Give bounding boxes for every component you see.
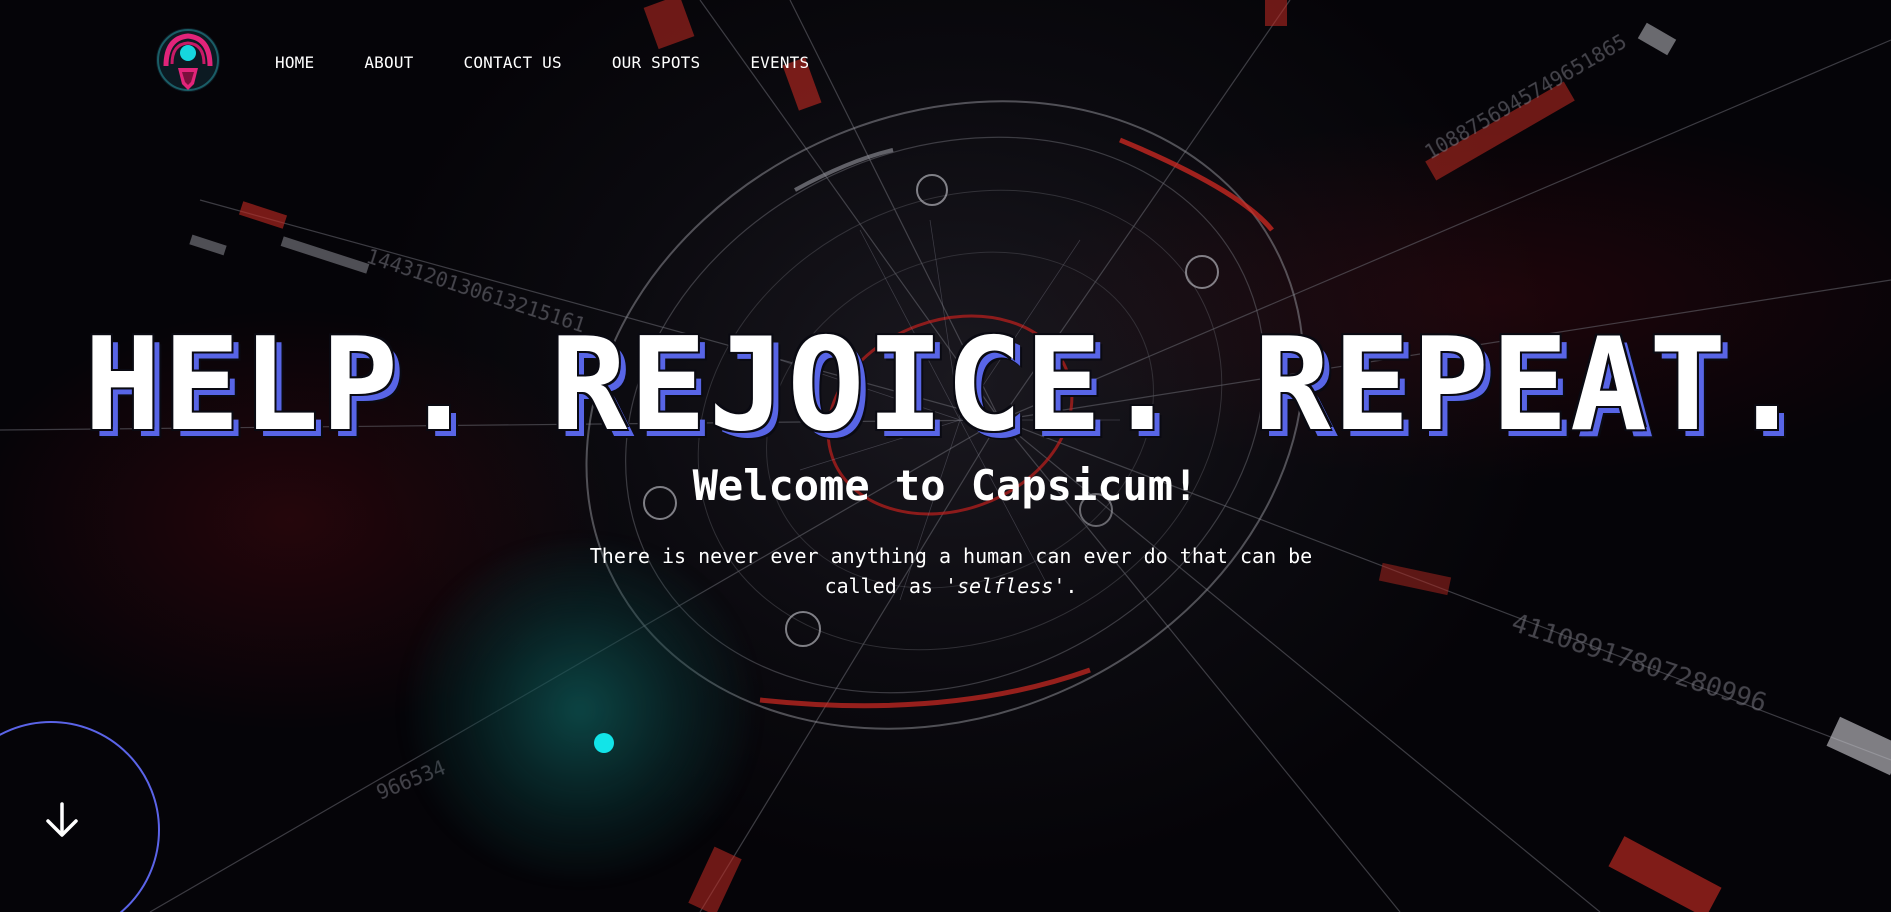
- nav-our-spots[interactable]: OUR SPOTS: [612, 53, 701, 73]
- hero-tagline-end: '.: [1053, 574, 1078, 598]
- header: HOME ABOUT CONTACT US OUR SPOTS EVENTS: [0, 0, 1891, 130]
- capsicum-logo-icon[interactable]: [154, 26, 222, 98]
- nav-about[interactable]: ABOUT: [364, 53, 413, 73]
- hero-tagline: There is never ever anything a human can…: [585, 541, 1317, 601]
- hero-tagline-start: There is never ever anything a human can…: [589, 544, 1313, 598]
- page: 1443120130613215161 1088756945749651865 …: [0, 0, 1891, 912]
- hero-tagline-emphasis: selfless: [957, 574, 1054, 598]
- main-nav: HOME ABOUT CONTACT US OUR SPOTS EVENTS: [275, 53, 809, 73]
- arrow-down-icon[interactable]: [42, 800, 82, 840]
- nav-contact-us[interactable]: CONTACT US: [464, 53, 562, 73]
- cursor-dot: [594, 733, 614, 753]
- svg-text:41108917807280996: 41108917807280996: [1508, 608, 1770, 719]
- hero-title: HELP. REJOICE. REPEAT.: [83, 311, 1808, 460]
- nav-home[interactable]: HOME: [275, 53, 314, 73]
- hero-subtitle: Welcome to Capsicum!: [692, 461, 1199, 510]
- nav-events[interactable]: EVENTS: [750, 53, 809, 73]
